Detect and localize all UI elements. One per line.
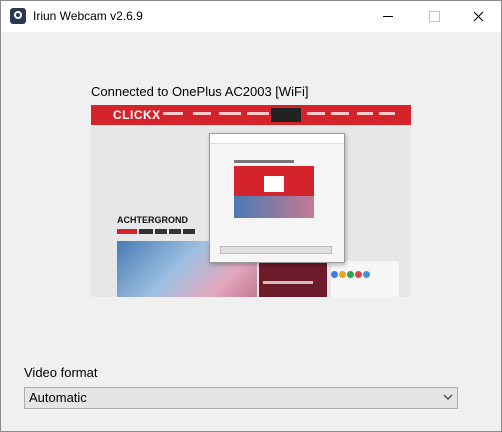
webcam-app-icon: [10, 8, 26, 24]
maximize-icon: [428, 11, 440, 22]
preview-page-heading: ACHTERGROND: [117, 215, 188, 225]
preview-site-navbar: CLICKX: [91, 105, 411, 125]
preview-browser-icons: [331, 265, 371, 283]
minimize-icon: [383, 16, 393, 17]
camera-preview: CLICKX ACHTERGROND: [91, 105, 411, 297]
preview-site-logo: CLICKX: [113, 108, 161, 122]
video-format-value: Automatic: [29, 390, 87, 405]
title-bar[interactable]: Iriun Webcam v2.6.9: [1, 1, 501, 32]
chevron-down-icon: [443, 392, 453, 402]
close-button[interactable]: [455, 1, 501, 32]
app-window: Iriun Webcam v2.6.9 Connected to OnePlus…: [0, 0, 502, 432]
preview-article-image-2: [259, 261, 327, 297]
window-title: Iriun Webcam v2.6.9: [33, 9, 143, 23]
connection-status: Connected to OnePlus AC2003 [WiFi]: [91, 84, 309, 99]
video-format-label: Video format: [24, 365, 98, 380]
minimize-button[interactable]: [365, 1, 411, 32]
preview-nested-window: [209, 133, 345, 263]
close-icon: [473, 11, 484, 22]
video-format-select[interactable]: Automatic: [24, 387, 458, 409]
maximize-button[interactable]: [411, 1, 457, 32]
